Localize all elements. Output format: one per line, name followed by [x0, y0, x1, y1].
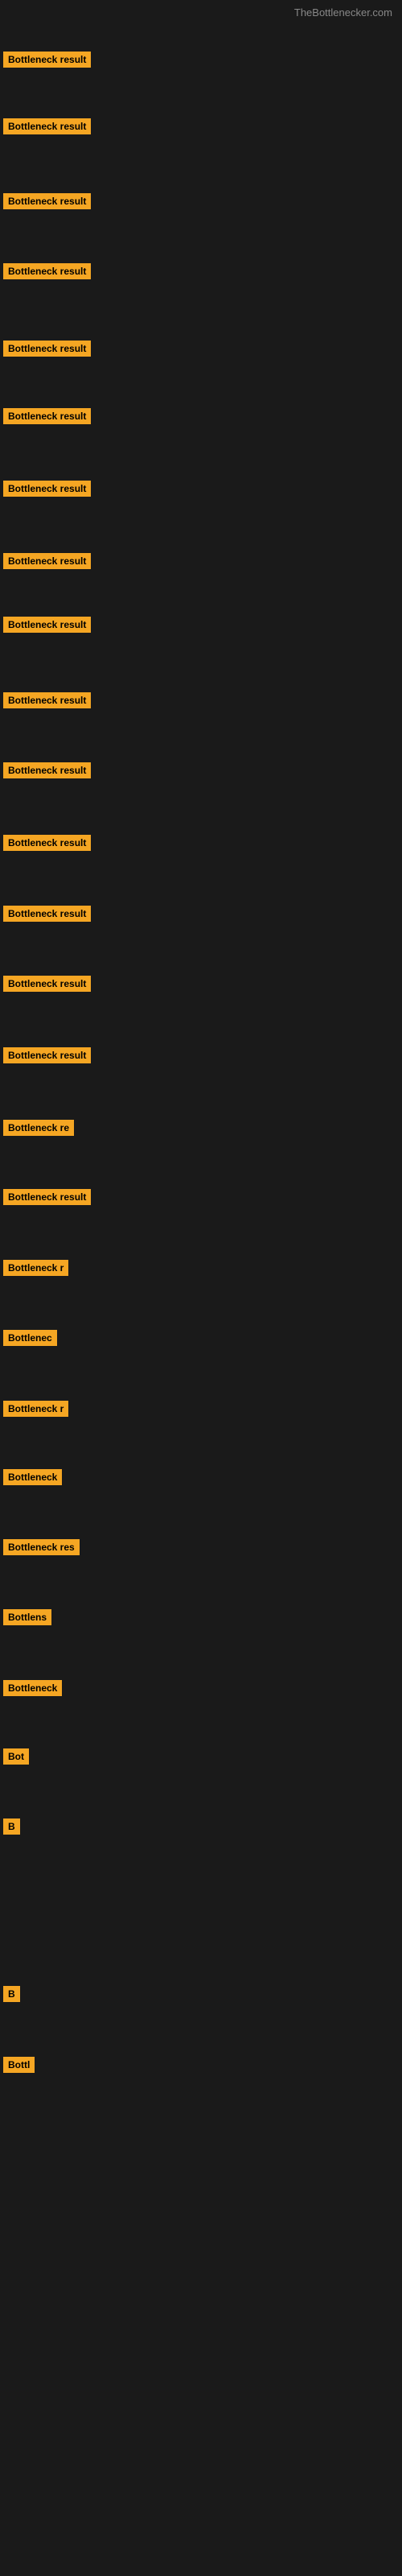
- bottleneck-item[interactable]: Bottleneck r: [3, 1401, 68, 1421]
- bottleneck-label: Bottleneck result: [3, 692, 91, 708]
- bottleneck-item[interactable]: Bottleneck result: [3, 835, 91, 855]
- bottleneck-item[interactable]: Bottleneck: [3, 1469, 62, 1489]
- bottleneck-item[interactable]: Bottlens: [3, 1609, 51, 1629]
- bottleneck-item[interactable]: Bottleneck result: [3, 408, 91, 428]
- bottleneck-label: B: [3, 1986, 20, 2002]
- bottleneck-item[interactable]: Bot: [3, 1748, 29, 1769]
- bottleneck-item[interactable]: Bottleneck result: [3, 906, 91, 926]
- site-header: TheBottlenecker.com: [0, 0, 402, 22]
- bottleneck-item[interactable]: Bottleneck: [3, 1680, 62, 1700]
- bottleneck-label: Bottleneck result: [3, 1047, 91, 1063]
- bottleneck-item[interactable]: Bottleneck result: [3, 1189, 91, 1209]
- bottleneck-item[interactable]: Bottleneck result: [3, 481, 91, 501]
- bottleneck-item[interactable]: Bottleneck result: [3, 118, 91, 138]
- bottleneck-label: Bottleneck result: [3, 553, 91, 569]
- bottleneck-item[interactable]: Bottleneck result: [3, 52, 91, 72]
- bottleneck-label: Bottleneck result: [3, 762, 91, 778]
- bottleneck-label: Bot: [3, 1748, 29, 1765]
- bottleneck-label: Bottleneck result: [3, 481, 91, 497]
- bottleneck-item[interactable]: Bottleneck result: [3, 1047, 91, 1067]
- bottleneck-item[interactable]: Bottleneck r: [3, 1260, 68, 1280]
- bottleneck-label: Bottl: [3, 2057, 35, 2073]
- bottleneck-item[interactable]: Bottleneck result: [3, 263, 91, 283]
- bottleneck-label: Bottleneck result: [3, 341, 91, 357]
- bottleneck-label: Bottleneck result: [3, 1189, 91, 1205]
- bottleneck-item[interactable]: Bottleneck re: [3, 1120, 74, 1140]
- bottleneck-item[interactable]: Bottleneck result: [3, 193, 91, 213]
- bottleneck-label: Bottleneck result: [3, 408, 91, 424]
- bottleneck-item[interactable]: Bottleneck res: [3, 1539, 80, 1559]
- bottleneck-label: Bottlens: [3, 1609, 51, 1625]
- bottleneck-label: B: [3, 1818, 20, 1835]
- bottleneck-item[interactable]: B: [3, 1818, 20, 1839]
- bottleneck-label: Bottleneck: [3, 1680, 62, 1696]
- bottleneck-label: Bottleneck result: [3, 906, 91, 922]
- bottleneck-item[interactable]: Bottleneck result: [3, 553, 91, 573]
- bottleneck-label: Bottleneck: [3, 1469, 62, 1485]
- bottleneck-label: Bottleneck result: [3, 118, 91, 134]
- bottleneck-label: Bottleneck re: [3, 1120, 74, 1136]
- bottleneck-item[interactable]: Bottleneck result: [3, 762, 91, 782]
- bottleneck-item[interactable]: Bottleneck result: [3, 976, 91, 996]
- bottleneck-item[interactable]: B: [3, 1986, 20, 2006]
- bottleneck-label: Bottleneck res: [3, 1539, 80, 1555]
- bottleneck-item[interactable]: Bottleneck result: [3, 617, 91, 637]
- bottleneck-label: Bottleneck r: [3, 1401, 68, 1417]
- bottleneck-label: Bottleneck r: [3, 1260, 68, 1276]
- bottleneck-label: Bottleneck result: [3, 52, 91, 68]
- bottleneck-item[interactable]: Bottl: [3, 2057, 35, 2077]
- bottleneck-item[interactable]: Bottlenec: [3, 1330, 57, 1350]
- bottleneck-label: Bottlenec: [3, 1330, 57, 1346]
- bottleneck-label: Bottleneck result: [3, 617, 91, 633]
- bottleneck-label: Bottleneck result: [3, 193, 91, 209]
- bottleneck-label: Bottleneck result: [3, 976, 91, 992]
- bottleneck-label: Bottleneck result: [3, 835, 91, 851]
- bottleneck-item[interactable]: Bottleneck result: [3, 692, 91, 712]
- bottleneck-label: Bottleneck result: [3, 263, 91, 279]
- bottleneck-item[interactable]: Bottleneck result: [3, 341, 91, 361]
